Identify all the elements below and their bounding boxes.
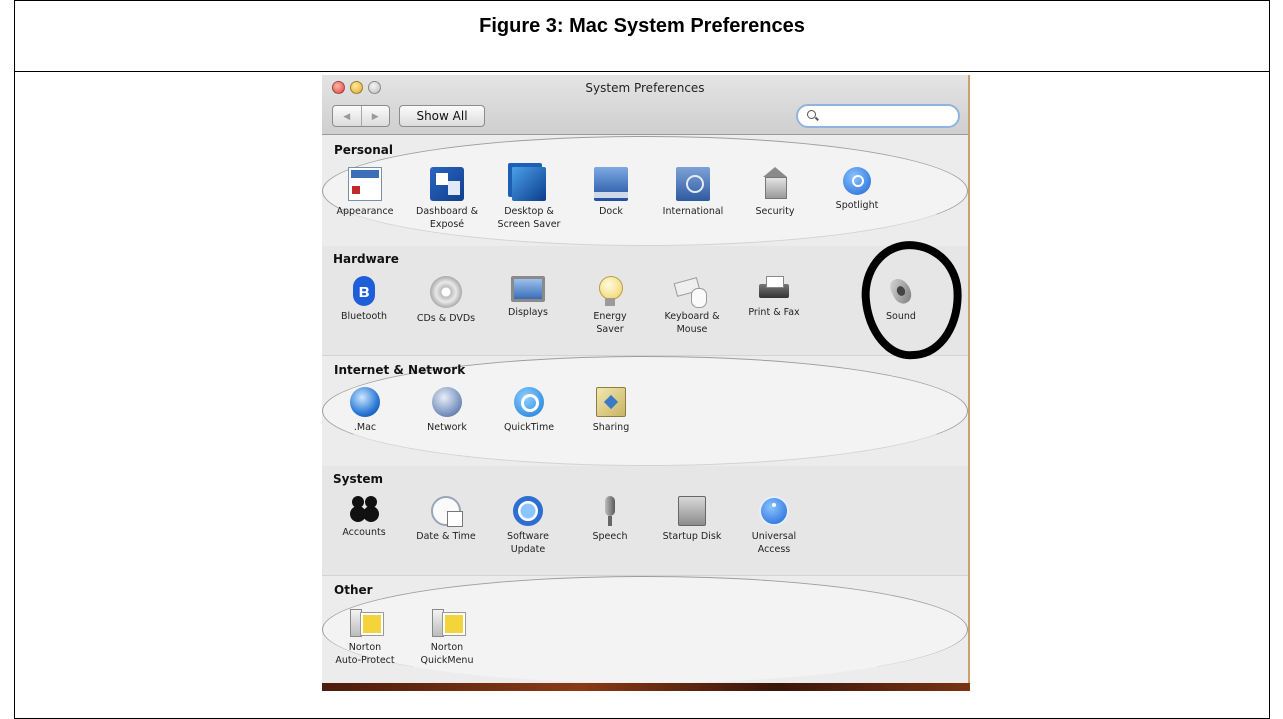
- pref-label: Displays: [508, 307, 548, 318]
- section-title: System: [333, 472, 383, 486]
- pref-date-time[interactable]: Date & Time: [403, 496, 489, 543]
- international-flag-icon: [676, 167, 710, 201]
- pref-label: Bluetooth: [340, 311, 388, 322]
- pref-international[interactable]: International: [650, 167, 736, 218]
- dock-icon: [594, 167, 628, 201]
- pref-print-fax[interactable]: Print & Fax: [731, 276, 817, 319]
- screenshot-image: System Preferences ◀ ▶ Show All Personal…: [322, 75, 970, 691]
- users-icon: [349, 496, 379, 522]
- pref-quicktime[interactable]: QuickTime: [486, 387, 572, 434]
- pref-label: Energy Saver: [593, 311, 627, 335]
- pref-label: Dock: [599, 206, 623, 217]
- search-icon: [807, 110, 816, 119]
- globe-icon: [350, 387, 380, 417]
- hard-disk-icon: [678, 496, 706, 526]
- update-arrows-icon: [513, 496, 543, 526]
- pref-label: Norton QuickMenu: [420, 642, 474, 666]
- pref-label: Dashboard & Exposé: [416, 206, 478, 230]
- pref-appearance[interactable]: Appearance: [322, 167, 408, 218]
- pref-desktop-screen-saver[interactable]: Desktop & Screen Saver: [486, 167, 572, 231]
- back-forward-control: ◀ ▶: [332, 105, 390, 127]
- pref-label: Network: [427, 422, 467, 433]
- pref-bluetooth[interactable]: ʙ Bluetooth: [322, 276, 407, 323]
- pref-label: QuickTime: [503, 422, 555, 433]
- figure-caption: Figure 3: Mac System Preferences: [479, 15, 805, 37]
- show-all-button[interactable]: Show All: [399, 105, 485, 127]
- pref-keyboard-mouse[interactable]: Keyboard & Mouse: [649, 276, 735, 336]
- pref-label: Speech: [592, 531, 628, 542]
- lightbulb-icon: [599, 276, 623, 306]
- house-lock-icon: [763, 167, 787, 201]
- window-title: System Preferences: [585, 81, 705, 95]
- section-system: System Accounts Date & Time Software Upd…: [322, 466, 968, 576]
- monitor-icon: [511, 276, 545, 302]
- pref-label: Print & Fax: [748, 307, 800, 318]
- pref-displays[interactable]: Displays: [485, 276, 571, 319]
- dashboard-icon: [430, 167, 464, 201]
- pref-security[interactable]: Security: [732, 167, 818, 218]
- section-title: Internet & Network: [334, 363, 466, 377]
- forward-button[interactable]: ▶: [360, 106, 390, 126]
- pref-label: Norton Auto-Protect: [335, 642, 395, 666]
- norton-check-icon: [350, 607, 383, 637]
- clock-calendar-icon: [431, 496, 463, 527]
- pref-label: Sharing: [592, 422, 630, 433]
- disc-icon: [430, 276, 462, 308]
- pref-label: Date & Time: [416, 531, 476, 542]
- system-preferences-window: System Preferences ◀ ▶ Show All Personal…: [322, 75, 970, 683]
- section-title: Hardware: [333, 252, 399, 266]
- pref-label: Appearance: [336, 206, 394, 217]
- caption-row: Figure 3: Mac System Preferences: [15, 0, 1269, 72]
- pref-label: Keyboard & Mouse: [664, 311, 720, 335]
- desktop-background-strip: [322, 683, 970, 691]
- pref-label: Startup Disk: [662, 531, 722, 542]
- microphone-icon: [603, 496, 617, 526]
- accessibility-icon: [759, 496, 789, 526]
- printer-icon: [759, 276, 789, 302]
- section-internet-network: Internet & Network .Mac Network QuickTim…: [322, 356, 968, 466]
- keyboard-mouse-icon: [675, 276, 709, 308]
- pref-spotlight[interactable]: Spotlight: [814, 167, 900, 212]
- norton-menu-icon: [432, 607, 465, 637]
- pref-dock[interactable]: Dock: [568, 167, 654, 218]
- back-button[interactable]: ◀: [333, 106, 361, 126]
- desktop-icon: [512, 167, 546, 201]
- pref-accounts[interactable]: Accounts: [322, 496, 407, 539]
- pref-norton-quickmenu[interactable]: Norton QuickMenu: [404, 607, 490, 667]
- pref-dotmac[interactable]: .Mac: [322, 387, 408, 434]
- pref-label: Spotlight: [835, 200, 879, 211]
- pref-speech[interactable]: Speech: [567, 496, 653, 543]
- pref-label: .Mac: [353, 422, 377, 433]
- pref-dashboard-expose[interactable]: Dashboard & Exposé: [404, 167, 490, 231]
- pref-label: Security: [755, 206, 795, 217]
- pref-label: Universal Access: [751, 531, 797, 555]
- pref-energy-saver[interactable]: Energy Saver: [567, 276, 653, 336]
- bluetooth-icon: ʙ: [353, 276, 375, 306]
- pref-label: Software Update: [507, 531, 549, 555]
- pref-software-update[interactable]: Software Update: [485, 496, 571, 556]
- pref-cds-dvds[interactable]: CDs & DVDs: [403, 276, 489, 325]
- pref-norton-auto-protect[interactable]: Norton Auto-Protect: [322, 607, 408, 667]
- pref-universal-access[interactable]: Universal Access: [731, 496, 817, 556]
- pref-label: Desktop & Screen Saver: [497, 206, 561, 230]
- quicktime-icon: [514, 387, 544, 417]
- network-globe-icon: [432, 387, 462, 417]
- pref-label: Accounts: [342, 527, 386, 538]
- section-title: Personal: [334, 143, 393, 157]
- search-field[interactable]: [796, 104, 960, 128]
- pref-label: CDs & DVDs: [416, 313, 476, 324]
- appearance-icon: [348, 167, 382, 201]
- section-personal: Personal Appearance Dashboard & Exposé D…: [322, 136, 968, 246]
- section-other: Other Norton Auto-Protect Norton QuickMe…: [322, 576, 968, 683]
- title-bar: System Preferences ◀ ▶ Show All: [322, 75, 968, 135]
- pref-label: International: [662, 206, 724, 217]
- pref-network[interactable]: Network: [404, 387, 490, 434]
- pref-startup-disk[interactable]: Startup Disk: [649, 496, 735, 543]
- pref-sharing[interactable]: Sharing: [568, 387, 654, 434]
- magnifier-icon: [843, 167, 871, 195]
- sharing-folder-icon: [596, 387, 626, 417]
- section-title: Other: [334, 583, 373, 597]
